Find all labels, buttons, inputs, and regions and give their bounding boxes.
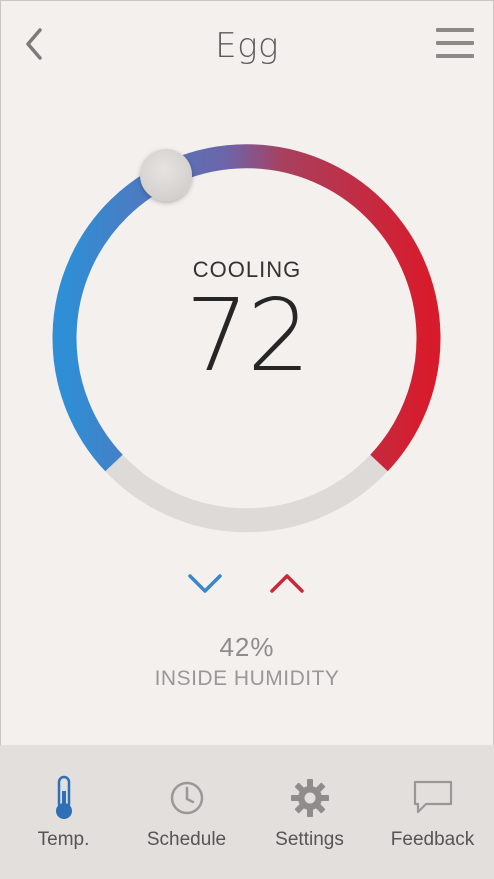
- decrease-button[interactable]: [186, 566, 226, 600]
- humidity-label: INSIDE HUMIDITY: [154, 667, 340, 690]
- humidity-value: 42%: [219, 632, 275, 662]
- tab-feedback[interactable]: Feedback: [371, 745, 494, 879]
- tab-label-temp: Temp.: [37, 829, 90, 850]
- temp-controls: [0, 566, 494, 606]
- hamburger-menu-icon: [436, 28, 474, 32]
- dial-track: [105, 454, 388, 533]
- tab-label-feedback: Feedback: [390, 829, 475, 850]
- speech-bubble-icon: [413, 780, 452, 814]
- increase-button[interactable]: [268, 566, 308, 600]
- thermometer-icon: [55, 775, 72, 819]
- clock-icon: [170, 781, 203, 815]
- menu-button[interactable]: [436, 26, 476, 62]
- tab-label-schedule: Schedule: [146, 829, 227, 850]
- header: Egg: [0, 0, 494, 90]
- chevron-up-icon: [270, 574, 304, 593]
- tab-settings[interactable]: Settings: [248, 745, 371, 879]
- chevron-down-icon: [188, 574, 222, 593]
- tab-label-settings: Settings: [275, 829, 344, 850]
- gear-icon: [290, 779, 329, 817]
- thermostat-dial[interactable]: COOLING 72: [0, 120, 494, 550]
- page-title: Egg: [215, 26, 279, 66]
- dial-knob[interactable]: [140, 149, 192, 201]
- setpoint-value: 72: [185, 277, 310, 394]
- tab-temp[interactable]: Temp.: [2, 745, 125, 879]
- tab-bar: Temp. Schedule Settings Feedback: [0, 745, 494, 879]
- tab-schedule[interactable]: Schedule: [125, 745, 248, 879]
